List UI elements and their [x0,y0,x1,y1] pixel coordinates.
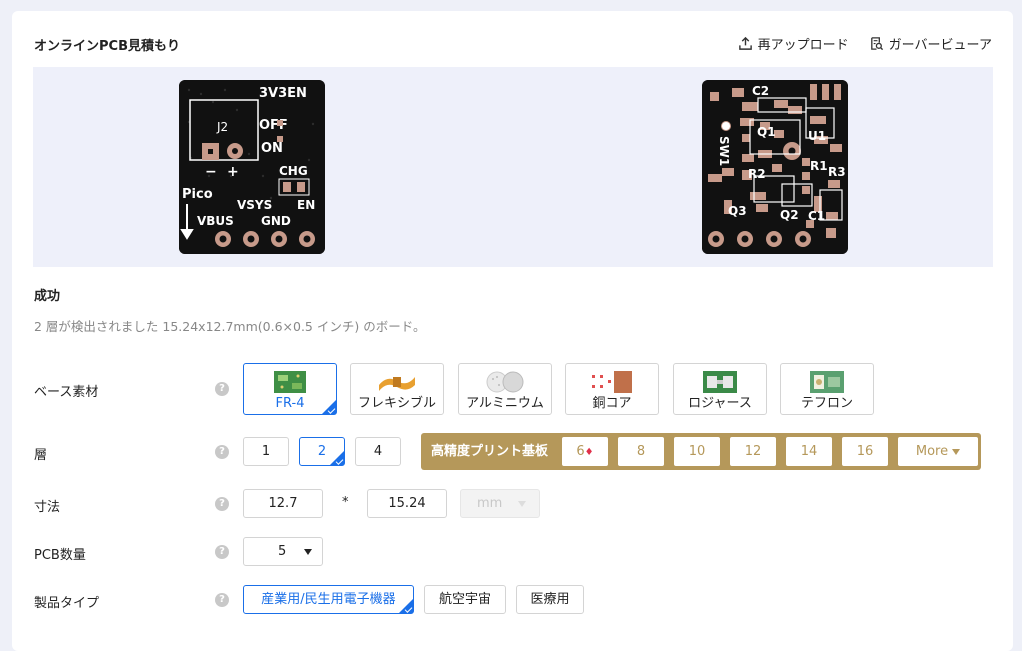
unit-label: mm [477,496,503,511]
back-label-r2: R2 [748,167,766,181]
width-input[interactable]: 12.7 [243,489,323,518]
page-title: オンラインPCB見積もり [34,39,180,54]
layer-option-8[interactable]: 8 [618,437,664,466]
material-label: アルミニウム [466,396,544,411]
front-label-gnd: GND [261,214,291,228]
material-option-fr4[interactable]: FR-4 [243,363,337,415]
front-label-vbus: VBUS [197,214,234,228]
pcb-back-image: C2 Q1 U1 SW1 R1 R2 R3 Q3 Q2 C1 [702,80,848,254]
caret-down-icon [518,500,527,507]
front-label-j2: J2 [216,120,228,134]
layer-option-4[interactable]: 4 [355,437,401,466]
selected-check-icon [322,400,336,414]
more-layers-dropdown[interactable]: More [898,437,978,466]
selected-check-icon [330,451,344,465]
layers-label: 層 [34,448,48,463]
status-title: 成功 [34,289,61,304]
product-type-medical[interactable]: 医療用 [516,585,584,614]
product-type-label: 製品タイプ [34,596,100,611]
quantity-label: PCB数量 [34,548,86,563]
help-icon[interactable]: ? [215,593,229,607]
layer-option-16[interactable]: 16 [842,437,888,466]
layer-option-label: 6 [576,444,585,459]
product-type-aerospace[interactable]: 航空宇宙 [424,585,506,614]
reupload-label: 再アップロード [757,38,849,53]
high-precision-title: 高精度プリント基板 [431,444,549,459]
caret-down-icon [952,448,961,455]
back-label-c1: C1 [808,209,825,223]
front-label-en: EN [297,198,315,212]
caret-down-icon [304,548,313,555]
front-label-chg: CHG [279,164,308,178]
flex-board-icon [379,377,415,391]
teflon-board-icon [810,371,844,393]
aluminum-board-icon [486,371,524,393]
material-option-rogers[interactable]: ロジャース [673,363,767,415]
more-label: More [915,444,949,459]
back-label-c2: C2 [752,84,769,98]
front-label-on: ON [261,141,283,156]
quantity-select[interactable]: 5 [243,537,323,566]
front-label-pico: Pico [182,187,213,202]
flame-icon: ♦ [584,447,594,458]
reupload-button[interactable]: 再アップロード [738,34,849,53]
back-label-sw1: SW1 [717,136,731,166]
gerber-viewer-label: ガーバービューア [888,38,992,53]
back-label-q2: Q2 [780,208,799,222]
layer-option-14[interactable]: 14 [786,437,832,466]
material-label: ロジャース [688,396,752,411]
material-option-teflon[interactable]: テフロン [780,363,874,415]
quantity-value: 5 [278,544,287,559]
layer-option-2[interactable]: 2 [299,437,345,466]
material-label: 銅コア [592,396,632,411]
material-option-aluminum[interactable]: アルミニウム [458,363,552,415]
help-icon[interactable]: ? [215,445,229,459]
copper-core-board-icon [592,371,632,393]
back-label-r1: R1 [810,159,828,173]
help-icon[interactable]: ? [215,545,229,559]
selected-check-icon [399,599,413,613]
back-label-r3: R3 [828,165,846,179]
front-label-vsys: VSYS [237,198,272,212]
help-icon[interactable]: ? [215,497,229,511]
material-label: フレキシブル [357,396,436,411]
back-label-u1: U1 [808,129,826,143]
status-description: 2 層が検出されました 15.24x12.7mm(0.6×0.5 インチ) のボ… [34,319,426,334]
layer-option-6[interactable]: 6♦ [562,437,608,466]
front-label-3v3en: 3V3EN [259,86,307,101]
layer-option-label: 2 [317,444,327,459]
layer-option-10[interactable]: 10 [674,437,720,466]
pcb-preview: 3V3EN J2 OFF ON − + CHG Pico VSYS EN VBU… [33,67,993,267]
pcb-front-image: 3V3EN J2 OFF ON − + CHG Pico VSYS EN VBU… [179,80,325,254]
material-option-copper-core[interactable]: 銅コア [565,363,659,415]
layer-option-12[interactable]: 12 [730,437,776,466]
document-search-icon [870,37,883,51]
front-label-plus: + [227,164,239,180]
front-label-minus: − [205,164,217,180]
quote-card: オンラインPCB見積もり 再アップロード ガーバービューア 3V3EN J2 O… [12,11,1013,651]
product-type-industrial[interactable]: 産業用/民生用電子機器 [243,585,414,614]
product-type-option-label: 産業用/民生用電子機器 [261,592,396,607]
help-icon[interactable]: ? [215,382,229,396]
upload-icon [738,36,752,50]
rogers-board-icon [703,371,737,393]
back-label-q1: Q1 [757,125,776,139]
layer-option-1[interactable]: 1 [243,437,289,466]
front-label-off: OFF [259,118,288,133]
high-precision-layers-panel: 高精度プリント基板 6♦ 8 10 12 14 16 More [421,433,981,470]
gerber-viewer-button[interactable]: ガーバービューア [869,34,992,53]
base-material-label: ベース素材 [34,385,99,400]
top-actions: 再アップロード ガーバービューア [738,34,992,53]
material-option-flex[interactable]: フレキシブル [350,363,444,415]
fr4-board-icon [274,371,306,393]
unit-select[interactable]: mm [460,489,540,518]
dimension-separator: * [342,495,349,510]
height-input[interactable]: 15.24 [367,489,447,518]
material-label: テフロン [800,396,853,411]
back-label-q3: Q3 [728,204,747,218]
dimensions-label: 寸法 [34,500,61,515]
